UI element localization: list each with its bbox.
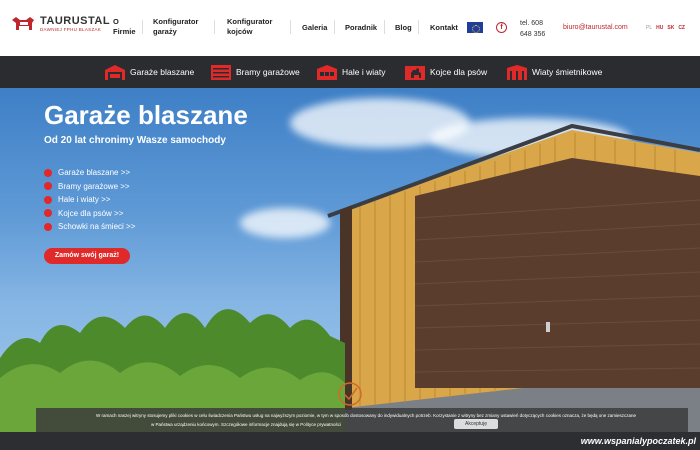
facebook-icon[interactable]: f	[496, 22, 507, 33]
category-hale-i-wiaty[interactable]: Hale i wiaty	[316, 64, 385, 80]
hero-link-hale[interactable]: Hale i wiaty >>	[44, 193, 135, 207]
nav-divider	[214, 20, 215, 34]
hero-link-schowki[interactable]: Schowki na śmieci >>	[44, 220, 135, 234]
nav-item-galeria[interactable]: Galeria	[302, 23, 327, 33]
watermark: www.wspanialypoczatek.pl	[580, 436, 696, 446]
nav-label: Poradnik	[345, 23, 378, 32]
nav-divider	[142, 20, 143, 34]
hero-link-text: Schowki na śmieci >>	[58, 222, 136, 232]
cookie-line: w Państwa urządzeniu końcowym. Szczegóło…	[150, 422, 342, 427]
bin-shelter-icon	[507, 65, 527, 80]
bullet-icon	[44, 168, 52, 177]
phone-line: 648 356	[520, 31, 546, 38]
nav-divider	[334, 20, 335, 34]
bullet-icon	[44, 209, 52, 218]
nav-label: garaży	[153, 27, 177, 36]
bullet-icon	[44, 182, 52, 191]
nav-label: Konfigurator	[153, 17, 199, 26]
cookie-line: W ramach naszej witryny stosujemy pliki …	[96, 413, 636, 418]
header: TAURUSTAL DAWNIEJ FPHU BLASZAK O Firmie …	[0, 0, 700, 56]
nav-item-o-firmie[interactable]: O Firmie	[113, 17, 136, 37]
lang-cz[interactable]: CZ	[678, 25, 685, 31]
category-label: Kojce dla psów	[430, 67, 488, 77]
nav-label: Blog	[395, 23, 412, 32]
nav-label: O	[113, 17, 119, 26]
nav-label: Firmie	[113, 27, 136, 36]
cookie-text: W ramach naszej witryny stosujemy pliki …	[46, 411, 686, 429]
hero-subtitle: Od 20 lat chronimy Wasze samochody	[44, 135, 226, 146]
category-bar: Garaże blaszane Bramy garażowe Hale i wi…	[0, 56, 700, 88]
category-label: Wiaty śmietnikowe	[532, 67, 603, 77]
lang-pl[interactable]: PL	[646, 25, 652, 31]
nav-item-konfigurator-garazy[interactable]: Konfigurator garaży	[153, 17, 198, 37]
phone-line: tel. 608	[520, 20, 543, 27]
category-garaze-blaszane[interactable]: Garaże blaszane	[104, 64, 194, 80]
nav-divider	[384, 20, 385, 34]
cookie-accept-button[interactable]: Akceptuję	[454, 419, 498, 429]
category-label: Garaże blaszane	[130, 67, 195, 77]
hero-link-text: Bramy garażowe >>	[58, 181, 130, 191]
cookie-banner: W ramach naszej witryny stosujemy pliki …	[36, 408, 688, 432]
hero-link-garaze[interactable]: Garaże blaszane >>	[44, 166, 135, 180]
bullet-icon	[44, 222, 52, 231]
garage-icon	[105, 65, 125, 80]
nav-divider	[418, 20, 419, 34]
lang-hu[interactable]: HU	[656, 25, 663, 31]
category-bramy-garazowe[interactable]: Bramy garażowe	[210, 64, 300, 80]
hero-title: Garaże blaszane	[44, 100, 248, 130]
phone-number[interactable]: tel. 608 648 356	[520, 18, 545, 40]
nav-item-kontakt[interactable]: Kontakt	[430, 23, 458, 33]
hero-link-list: Garaże blaszane >> Bramy garażowe >> Hal…	[44, 166, 135, 234]
category-wiaty-smietnikowe[interactable]: Wiaty śmietnikowe	[506, 64, 602, 80]
eu-flag-icon[interactable]	[467, 22, 483, 33]
dog-kennel-icon	[405, 66, 425, 80]
hall-icon	[317, 65, 337, 80]
nav-item-konfigurator-kojcow[interactable]: Konfigurator kojców	[227, 17, 272, 37]
gate-icon	[211, 65, 231, 80]
category-label: Hale i wiaty	[342, 67, 386, 77]
lang-sk[interactable]: SK	[667, 25, 674, 31]
nav-divider	[290, 20, 291, 34]
hero-link-bramy[interactable]: Bramy garażowe >>	[44, 180, 135, 194]
hero-link-kojce[interactable]: Kojce dla psów >>	[44, 207, 135, 221]
nav-label: Kontakt	[430, 23, 458, 32]
hero-link-text: Kojce dla psów >>	[58, 208, 124, 218]
nav-item-blog[interactable]: Blog	[395, 23, 412, 33]
hero-link-text: Hale i wiaty >>	[58, 195, 111, 205]
hero-link-text: Garaże blaszane >>	[58, 168, 131, 178]
nav-label: kojców	[227, 27, 253, 36]
order-garage-button[interactable]: Zamów swój garaż!	[44, 248, 130, 264]
nav-label: Galeria	[302, 23, 328, 32]
category-kojce-dla-psow[interactable]: Kojce dla psów	[404, 64, 487, 80]
nav-item-poradnik[interactable]: Poradnik	[345, 23, 377, 33]
category-label: Bramy garażowe	[236, 67, 300, 77]
language-switcher: PL HU SK CZ	[646, 25, 685, 31]
hero-banner: Garaże blaszane Od 20 lat chronimy Wasze…	[0, 88, 700, 450]
email-link[interactable]: biuro@taurustal.com	[563, 24, 628, 31]
bullet-icon	[44, 195, 52, 204]
nav-label: Konfigurator	[227, 17, 273, 26]
